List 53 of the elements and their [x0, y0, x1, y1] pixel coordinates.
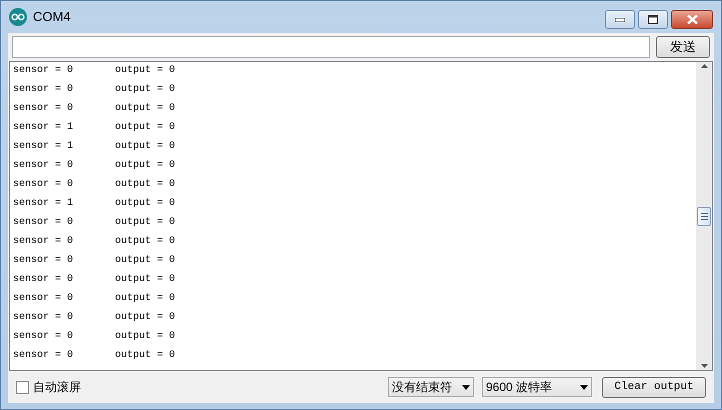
output-reading: output = 0 [115, 235, 176, 249]
sensor-reading: sensor = 1 [13, 121, 74, 135]
baud-rate-dropdown[interactable]: 9600 波特率 [482, 377, 592, 397]
close-icon [686, 15, 698, 24]
output-reading: output = 0 [115, 273, 176, 287]
output-reading: output = 0 [115, 102, 176, 116]
sensor-reading: sensor = 0 [13, 349, 74, 363]
sensor-reading: sensor = 0 [13, 216, 74, 230]
output-reading: output = 0 [115, 330, 176, 344]
caret-icon [462, 384, 470, 390]
output-reading: output = 0 [115, 64, 176, 78]
sensor-reading: sensor = 0 [13, 178, 74, 192]
output-reading: output = 0 [115, 83, 176, 97]
output-reading: output = 0 [115, 254, 176, 268]
send-button[interactable]: 发送 [656, 36, 710, 58]
send-field[interactable] [12, 36, 650, 58]
autoscroll-label: 自动滚屏 [33, 379, 81, 396]
sensor-reading: sensor = 0 [13, 254, 74, 268]
sensor-reading: sensor = 0 [13, 311, 74, 325]
window-title: COM4 [33, 8, 71, 26]
sensor-reading: sensor = 0 [13, 235, 74, 249]
maximize-button[interactable] [638, 10, 668, 29]
line-ending-dropdown[interactable]: 没有结束符 [388, 377, 474, 397]
output-reading: output = 0 [115, 216, 176, 230]
sensor-reading: sensor = 0 [13, 64, 74, 78]
sensor-reading: sensor = 1 [13, 197, 74, 211]
output-reading: output = 0 [115, 159, 176, 173]
minimize-button[interactable] [605, 10, 635, 29]
sensor-reading: sensor = 0 [13, 292, 74, 306]
output-reading: output = 0 [115, 349, 176, 363]
scroll-down-icon[interactable] [700, 364, 708, 368]
sensor-reading: sensor = 0 [13, 273, 74, 287]
sensor-reading: sensor = 0 [13, 159, 74, 173]
sensor-reading: sensor = 0 [13, 102, 74, 116]
output-reading: output = 0 [115, 311, 176, 325]
sensor-reading: sensor = 0 [13, 330, 74, 344]
output-reading: output = 0 [115, 121, 176, 135]
close-button[interactable] [671, 10, 713, 29]
scroll-up-icon[interactable] [700, 64, 708, 68]
scroll-thumb[interactable] [697, 206, 711, 226]
clear-output-button[interactable]: Clear output [602, 376, 706, 398]
minimize-icon [615, 18, 625, 22]
scrollbar[interactable] [696, 62, 712, 370]
output-reading: output = 0 [115, 140, 176, 154]
caret-icon [580, 384, 588, 390]
sensor-reading: sensor = 0 [13, 83, 74, 97]
output-reading: output = 0 [115, 292, 176, 306]
output-reading: output = 0 [115, 178, 176, 192]
sensor-reading: sensor = 1 [13, 140, 74, 154]
output-reading: output = 0 [115, 197, 176, 211]
maximize-icon [648, 15, 658, 24]
infinity-logo-icon [9, 8, 27, 26]
autoscroll-checkbox[interactable] [16, 380, 29, 394]
